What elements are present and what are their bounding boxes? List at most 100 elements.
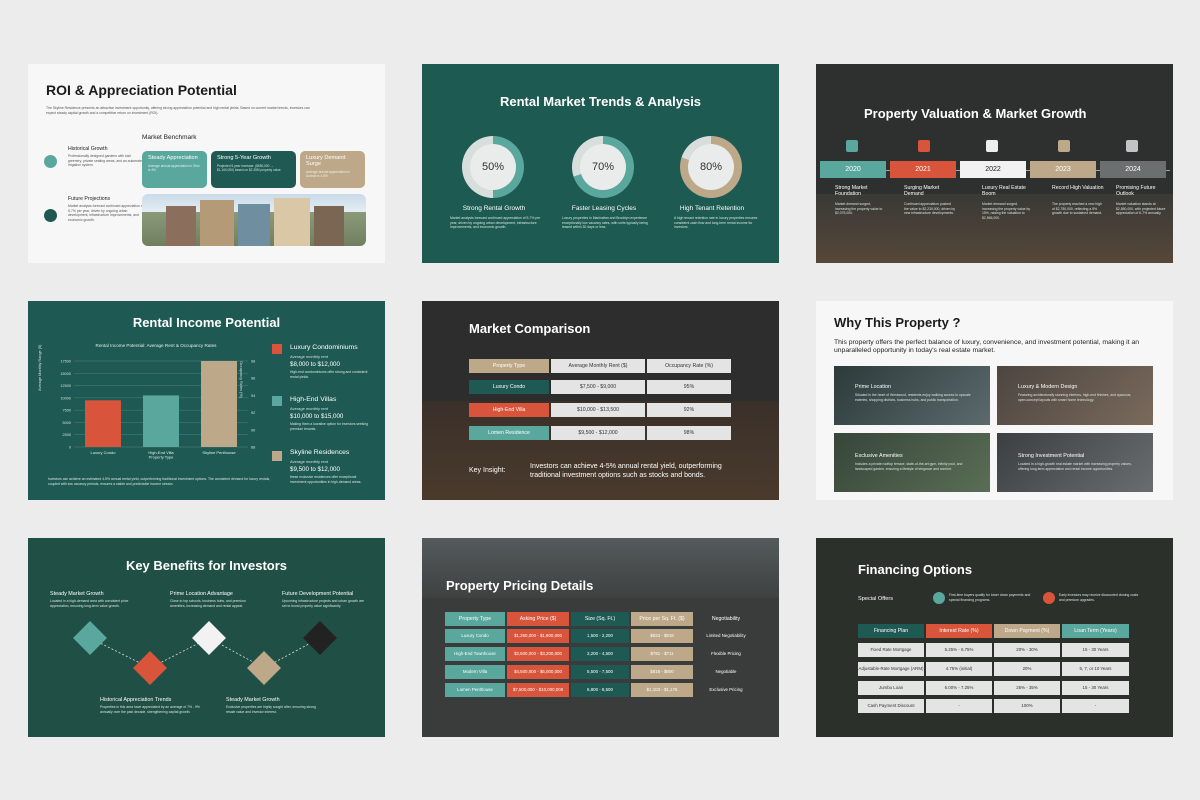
table-cell: 20% - 30%	[994, 643, 1060, 657]
milestone-label: Promising Future Outlook	[1116, 185, 1156, 197]
slide-key-benefits[interactable]: Key Benefits for Investors Steady Market…	[28, 538, 385, 737]
table-header: Property Type	[469, 359, 549, 373]
y-tick-label: 5000	[63, 421, 71, 425]
benchmark-card: Strong 5-Year Growth Projected 5-year in…	[211, 151, 296, 188]
projections-text: Market analysts forecast continued appre…	[68, 204, 144, 222]
unit-text: High-end condominiums offer strong and c…	[290, 370, 368, 379]
table-cell: $781 - $711	[631, 647, 693, 661]
slide-pricing-details[interactable]: Property Pricing Details Property Type As…	[422, 538, 779, 737]
star-icon	[933, 592, 945, 604]
table-cell: 20%	[994, 662, 1060, 676]
table-cell: High-End Townhouse	[445, 647, 505, 661]
pie-chart-icon	[44, 209, 57, 222]
table-cell: Luxury Condo	[469, 380, 549, 394]
slide-rental-income[interactable]: Rental Income Potential Rental Income Po…	[28, 301, 385, 500]
table-cell: 25% - 35%	[994, 681, 1060, 695]
y-tick-label: 15000	[60, 372, 71, 376]
slide-title: Why This Property ?	[834, 315, 961, 330]
unit-sub: Average monthly rent	[290, 354, 328, 359]
table-cell: Lomen Penthouse	[445, 683, 505, 697]
year-badge: 2022	[960, 161, 1026, 178]
slide-market-comparison[interactable]: Market Comparison Property Type Average …	[422, 301, 779, 500]
year-badge: 2021	[890, 161, 956, 178]
table-cell: Lomen Residence	[469, 426, 549, 440]
slide-title: ROI & Appreciation Potential	[46, 82, 237, 98]
feature-card: Prime Location Situated in the heart of …	[834, 366, 990, 425]
table-cell: $9,500 - $12,000	[551, 426, 645, 440]
stat-label: Faster Leasing Cycles	[571, 205, 637, 212]
table-header: Financing Plan	[858, 624, 924, 638]
table-cell: 4.75% (initial)	[926, 662, 992, 676]
x-tick-label: Property Type	[149, 455, 175, 460]
milestone-text: Market valuation stands at $2,850,000, w…	[1116, 202, 1166, 216]
y-tick-label: 7500	[63, 409, 71, 413]
projections-heading: Future Projections	[68, 196, 111, 202]
table-cell: Flexible Pricing	[711, 651, 741, 656]
y-tick-label: 17500	[60, 360, 71, 364]
benefit-text: Exclusive properties are highly sought a…	[226, 705, 316, 714]
feature-card: Luxury & Modern Design Featuring archite…	[997, 366, 1153, 425]
slide-title: Property Valuation & Market Growth	[864, 106, 1087, 121]
table-header: Average Monthly Rent ($)	[551, 359, 645, 373]
offer-text: Early investors may receive discounted c…	[1059, 593, 1139, 602]
stat-text: A high tenant retention rate in luxury p…	[674, 216, 758, 230]
benchmark-card: Luxury Demand Surge Average annual appre…	[300, 151, 365, 188]
benefit-label: Steady Market Growth	[226, 697, 280, 703]
historical-text: Professionally designed gardens with lus…	[68, 154, 144, 168]
donut-chart: 50%	[462, 136, 524, 198]
table-cell: Negotiable	[715, 669, 737, 674]
table-cell: Adjustable-Rate Mortgage (ARM)	[858, 662, 924, 676]
y2-tick-label: 94	[251, 394, 255, 398]
table-cell: $818 - $800	[631, 665, 693, 679]
slide-why-this-property[interactable]: Why This Property ? This property offers…	[816, 301, 1173, 500]
benefit-text: Properties in this area have appreciated…	[100, 705, 200, 714]
table-cell: $2,500,000 - $3,200,000	[507, 647, 569, 661]
year-badge: 2020	[820, 161, 886, 178]
slide-valuation-growth[interactable]: Property Valuation & Market Growth 2020 …	[816, 64, 1173, 263]
slide-intro: This property offers the perfect balance…	[834, 339, 1140, 354]
year-badge: 2023	[1030, 161, 1096, 178]
y2-tick-label: 88	[251, 446, 255, 450]
table-cell: $10,000 - $13,500	[551, 403, 645, 417]
table-cell: 5.25% - 6.75%	[926, 643, 992, 657]
stat-label: High Tenant Retention	[679, 205, 745, 212]
table-cell: Fixed Rate Mortgage	[858, 643, 924, 657]
slide-rental-trends[interactable]: Rental Market Trends & Analysis 50% 70% …	[422, 64, 779, 263]
table-cell: Limited Negotiability	[706, 633, 746, 638]
donut-chart: 70%	[572, 136, 634, 198]
slide-title: Rental Market Trends & Analysis	[499, 94, 702, 109]
table-cell: 15 - 30 Years	[1062, 643, 1129, 657]
table-cell: $7,500,000 - $10,000,000	[507, 683, 569, 697]
insight-label: Key Insight:	[469, 467, 506, 474]
slide-financing-options[interactable]: Financing Options Special Offers First-t…	[816, 538, 1173, 737]
milestone-text: Market demand surged, increasing the pro…	[982, 202, 1031, 220]
shield-icon	[1043, 592, 1055, 604]
unit-sub: Average monthly rent	[290, 406, 328, 411]
milestone-text: The property reached a new high of $2,78…	[1052, 202, 1103, 216]
home-icon	[272, 344, 282, 354]
x-tick-label: Luxury Condo	[91, 450, 117, 455]
insight-text: Investors can achieve 4-5% annual rental…	[530, 463, 722, 479]
table-header: Property Type	[445, 612, 505, 626]
slide-roi-appreciation[interactable]: ROI & Appreciation Potential The Skyline…	[28, 64, 385, 263]
table-header: Loan Term (Years)	[1062, 624, 1129, 638]
table-cell: 5,500 - 7,500	[571, 665, 629, 679]
bar	[143, 395, 179, 447]
table-cell: 98%	[647, 426, 731, 440]
table-cell: 15 - 30 Years	[1062, 681, 1129, 695]
year-badge: 2024	[1100, 161, 1166, 178]
table-cell: $1,103 - $1,176	[631, 683, 693, 697]
offer-text: First-time buyers qualify for lower down…	[949, 593, 1031, 602]
video-icon	[918, 140, 930, 152]
skyline-icon	[272, 451, 282, 461]
unit-text: these exclusive residences offer excepti…	[290, 475, 362, 484]
table-header: Price per Sq. Ft. ($)	[631, 612, 693, 626]
table-header: Down Payment (%)	[994, 624, 1060, 638]
table-cell: 6,800 - 8,500	[571, 683, 629, 697]
stat-label: Strong Rental Growth	[462, 205, 526, 212]
table-cell: -	[1062, 699, 1129, 713]
y-tick-label: 2500	[63, 433, 71, 437]
unit-name: High-End Villas	[290, 396, 337, 403]
table-cell: $4,500,000 - $6,000,000	[507, 665, 569, 679]
stat-text: Market analysts forecast continued appre…	[450, 216, 541, 230]
